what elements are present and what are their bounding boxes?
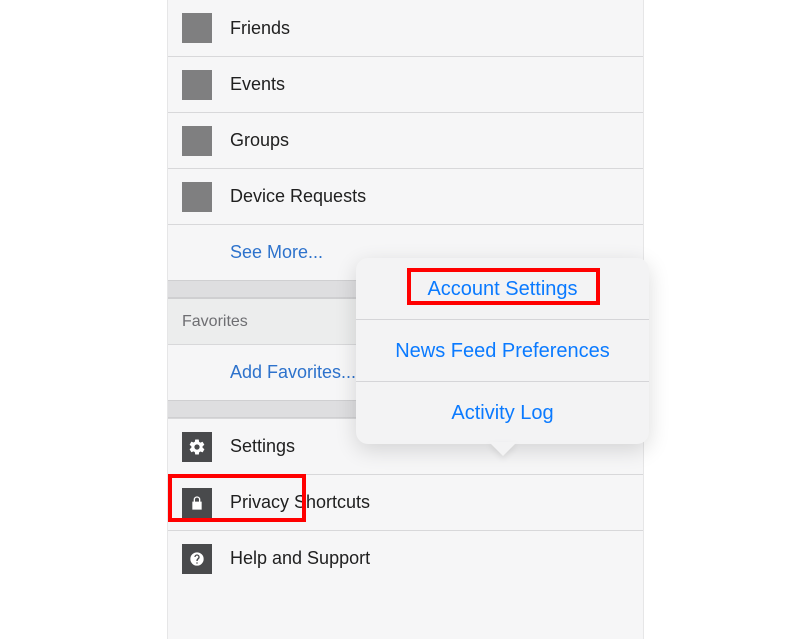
help-icon bbox=[182, 544, 212, 574]
spacer bbox=[182, 358, 212, 388]
nav-section-main: Friends Events Groups Device Requests Se… bbox=[168, 0, 643, 280]
popover-item-news-feed-preferences[interactable]: News Feed Preferences bbox=[356, 320, 649, 382]
friends-icon bbox=[182, 13, 212, 43]
popover-label: News Feed Preferences bbox=[395, 340, 610, 362]
spacer bbox=[182, 238, 212, 268]
nav-label: Help and Support bbox=[230, 548, 370, 569]
popover-label: Account Settings bbox=[427, 278, 577, 300]
groups-icon bbox=[182, 126, 212, 156]
nav-item-events[interactable]: Events bbox=[168, 56, 643, 112]
nav-item-device-requests[interactable]: Device Requests bbox=[168, 168, 643, 224]
nav-label: Events bbox=[230, 74, 285, 95]
nav-item-friends[interactable]: Friends bbox=[168, 0, 643, 56]
nav-label: Privacy Shortcuts bbox=[230, 492, 370, 513]
see-more-label: See More... bbox=[230, 242, 323, 263]
nav-label: Friends bbox=[230, 18, 290, 39]
popover-item-activity-log[interactable]: Activity Log bbox=[356, 382, 649, 444]
nav-label: Device Requests bbox=[230, 186, 366, 207]
nav-item-privacy-shortcuts[interactable]: Privacy Shortcuts bbox=[168, 474, 643, 530]
nav-item-groups[interactable]: Groups bbox=[168, 112, 643, 168]
events-icon bbox=[182, 70, 212, 100]
nav-item-help-support[interactable]: Help and Support bbox=[168, 530, 643, 586]
nav-label: Settings bbox=[230, 436, 295, 457]
device-requests-icon bbox=[182, 182, 212, 212]
gear-icon bbox=[182, 432, 212, 462]
nav-label: Groups bbox=[230, 130, 289, 151]
lock-icon bbox=[182, 488, 212, 518]
popover-label: Activity Log bbox=[451, 402, 553, 424]
add-favorites-label: Add Favorites... bbox=[230, 362, 356, 383]
settings-popover: Account Settings News Feed Preferences A… bbox=[356, 258, 649, 444]
popover-item-account-settings[interactable]: Account Settings bbox=[356, 258, 649, 320]
